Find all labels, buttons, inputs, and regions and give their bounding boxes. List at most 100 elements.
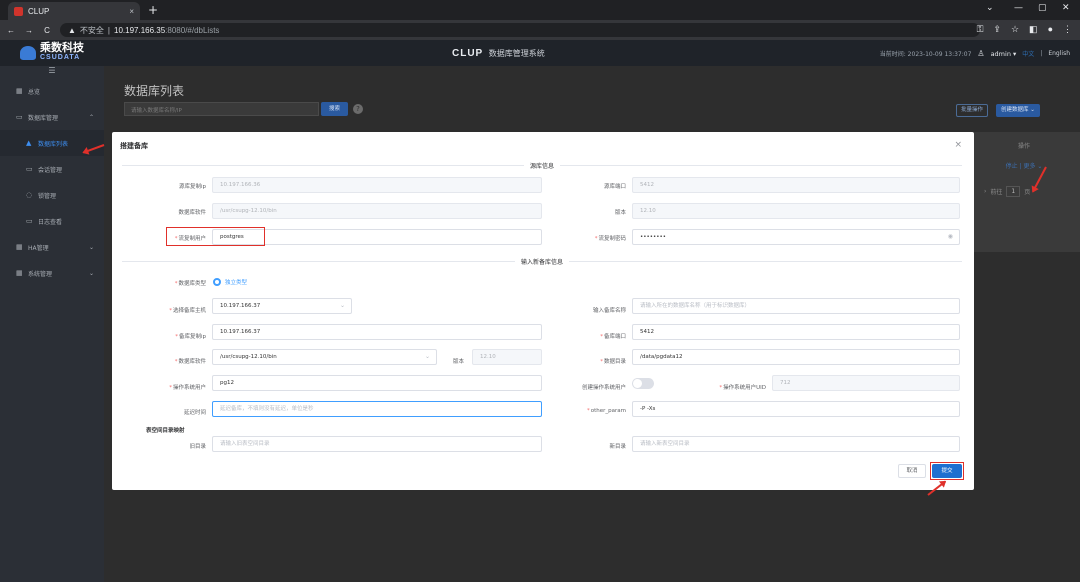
soft-version-label: 版本 (452, 359, 464, 365)
delay-input[interactable]: 延迟备库，不填则没有延迟，单位是秒 (212, 401, 542, 417)
os-user-label: *操作系统用户 (169, 385, 206, 391)
browser-tab[interactable]: CLUP × (8, 2, 140, 20)
maximize-icon[interactable]: ▢ (1038, 3, 1047, 13)
db-icon: ▭ (16, 113, 23, 121)
tab-title: CLUP (28, 6, 50, 16)
rep-ip-label: *备库复制ip (175, 334, 206, 340)
repl-pwd-input[interactable]: •••••••• ◉ (632, 229, 960, 245)
tab-close-icon[interactable]: × (129, 7, 134, 16)
db-list-icon: ▲ (26, 139, 32, 147)
chevron-down-icon: ⌄ (88, 243, 94, 251)
user-icon: ♙ (977, 49, 985, 58)
collapse-icon[interactable]: ☰ (0, 66, 104, 78)
close-icon[interactable]: × (954, 140, 962, 150)
sidebar-item-db-manage[interactable]: ▭ 数据库管理 ⌃ (0, 104, 104, 130)
lang-en[interactable]: English (1048, 50, 1070, 57)
sidebar-item-ha[interactable]: ▦ HA管理 ⌄ (0, 234, 104, 260)
uid-field: 712 (772, 375, 960, 391)
cancel-button[interactable]: 取消 (898, 464, 926, 478)
db-type-label: *数据库类型 (174, 281, 206, 287)
section-new: 输入新备库信息 (122, 257, 962, 266)
os-user-input[interactable]: pg12 (212, 375, 542, 391)
session-icon: ▭ (26, 165, 33, 173)
repl-pwd-label: *流复制密码 (594, 236, 626, 242)
grid-icon: ▦ (16, 87, 23, 95)
chevron-up-icon: ⌃ (88, 113, 94, 121)
new-tab-button[interactable]: + (148, 3, 158, 17)
url-field[interactable]: ▲ 不安全 | 10.197.166.35 :8080/#/dbLists (60, 23, 980, 37)
url-host: 10.197.166.35 (114, 25, 166, 35)
sidebar: ☰ ▦ 总览 ▭ 数据库管理 ⌃ ▲ 数据库列表 ▭ 会话管理 ◌ 锁管理 ▭ … (0, 66, 104, 582)
other-param-input[interactable]: -P -Xs (632, 401, 960, 417)
sidebar-item-locks[interactable]: ◌ 锁管理 (0, 182, 104, 208)
src-soft-field: /usr/csupg-12.10/bin (212, 203, 542, 219)
src-port-label: 源库端口 (603, 184, 626, 190)
tab-search-icon[interactable]: ⌄ (986, 3, 994, 13)
uid-label: *操作系统用户UID (719, 385, 766, 391)
ops-header: 操作 (1017, 143, 1030, 150)
logo: 乘数科技 CSUDATA (40, 42, 84, 62)
src-soft-label: 数据库软件 (178, 210, 206, 216)
rep-ip-input[interactable]: 10.197.166.37 (212, 324, 542, 340)
help-icon[interactable]: ? (353, 104, 363, 114)
browser-tab-bar: CLUP × + ⌄ — ▢ ✕ (0, 0, 1080, 20)
window-close-icon[interactable]: ✕ (1062, 3, 1070, 13)
sidebar-item-sessions[interactable]: ▭ 会话管理 (0, 156, 104, 182)
delay-label: 延迟时间 (183, 410, 206, 416)
reload-icon[interactable]: C (40, 26, 54, 35)
app-title: CLUP 数据库管理系统 (452, 48, 545, 59)
page-title: 数据库列表 (124, 84, 185, 98)
soft-label: *数据库软件 (174, 359, 206, 365)
host-label: *选择备库主机 (169, 308, 206, 314)
logo-icon (20, 46, 36, 60)
lang-cn[interactable]: 中文 (1022, 49, 1034, 58)
chevron-down-icon: ⌄ (339, 302, 345, 309)
next-page-icon[interactable]: › (984, 188, 986, 195)
key-icon[interactable]: ⚿ (977, 24, 984, 35)
chevron-down-icon: ⌄ (88, 269, 94, 277)
user-menu[interactable]: admin ▾ (991, 50, 1017, 58)
src-ip-field: 10.197.166.36 (212, 177, 542, 193)
section-source: 源库信息 (122, 161, 962, 170)
submit-highlight-box (930, 462, 964, 480)
old-dir-input[interactable]: 请输入旧表空间目录 (212, 436, 542, 452)
system-icon: ▦ (16, 269, 23, 277)
data-dir-input[interactable]: /data/pgdata12 (632, 349, 960, 365)
sidebar-item-logs[interactable]: ▭ 日志查看 (0, 208, 104, 234)
eye-icon[interactable]: ◉ (948, 230, 953, 244)
db-name-label: 输入备库名称 (592, 308, 626, 314)
browser-toolbar-icons: ⚿ ⇪ ☆ ◧ ● ⋮ (977, 24, 1072, 35)
star-icon[interactable]: ☆ (1011, 24, 1019, 35)
dialog-title: 搭建备库 (120, 142, 148, 150)
current-time: 当前时间: 2023-10-09 13:37:07 (879, 51, 972, 58)
radio-checked-icon (213, 278, 221, 286)
ha-icon: ▦ (16, 243, 23, 251)
db-name-input[interactable]: 请输入所在的数据库名称（用于标识数据库） (632, 298, 960, 314)
page-input[interactable]: 1 (1006, 186, 1021, 197)
create-db-button[interactable]: 创建数据库 ⌄ (996, 104, 1040, 117)
rep-port-input[interactable]: 5412 (632, 324, 960, 340)
share-icon[interactable]: ⇪ (993, 24, 1001, 35)
ops-column: 操作 停止 | 更多 ⌄ › 前往 1 页 (968, 132, 1080, 252)
search-button[interactable]: 搜索 (321, 102, 348, 116)
app-header: 乘数科技 CSUDATA CLUP 数据库管理系统 当前时间: 2023-10-… (0, 40, 1080, 66)
new-dir-input[interactable]: 请输入新表空间目录 (632, 436, 960, 452)
url-path: :8080/#/dbLists (165, 25, 220, 35)
minimize-icon[interactable]: — (1014, 3, 1023, 13)
other-param-label: *other_param (586, 408, 626, 414)
create-os-user-toggle[interactable] (632, 378, 654, 389)
profile-icon[interactable]: ● (1048, 24, 1053, 35)
back-icon[interactable]: ← (4, 26, 18, 35)
tablespace-label: 表空间目录映射 (146, 428, 185, 434)
db-type-radio[interactable]: 独立类型 (213, 278, 247, 286)
batch-button[interactable]: 批量操作 (956, 104, 989, 117)
address-bar: ← → C ▲ 不安全 | 10.197.166.35 :8080/#/dbLi… (0, 20, 1080, 40)
sidebar-item-system[interactable]: ▦ 系统管理 ⌄ (0, 260, 104, 286)
ops-links[interactable]: 停止 | 更多 ⌄ (984, 161, 1064, 170)
sidepanel-icon[interactable]: ◧ (1029, 24, 1038, 35)
sidebar-item-overview[interactable]: ▦ 总览 (0, 78, 104, 104)
forward-icon[interactable]: → (22, 26, 36, 35)
search-input[interactable]: 请输入数据库名称/IP (124, 102, 319, 116)
menu-icon[interactable]: ⋮ (1063, 24, 1072, 35)
host-select[interactable]: 10.197.166.37 ⌄ (212, 298, 352, 314)
